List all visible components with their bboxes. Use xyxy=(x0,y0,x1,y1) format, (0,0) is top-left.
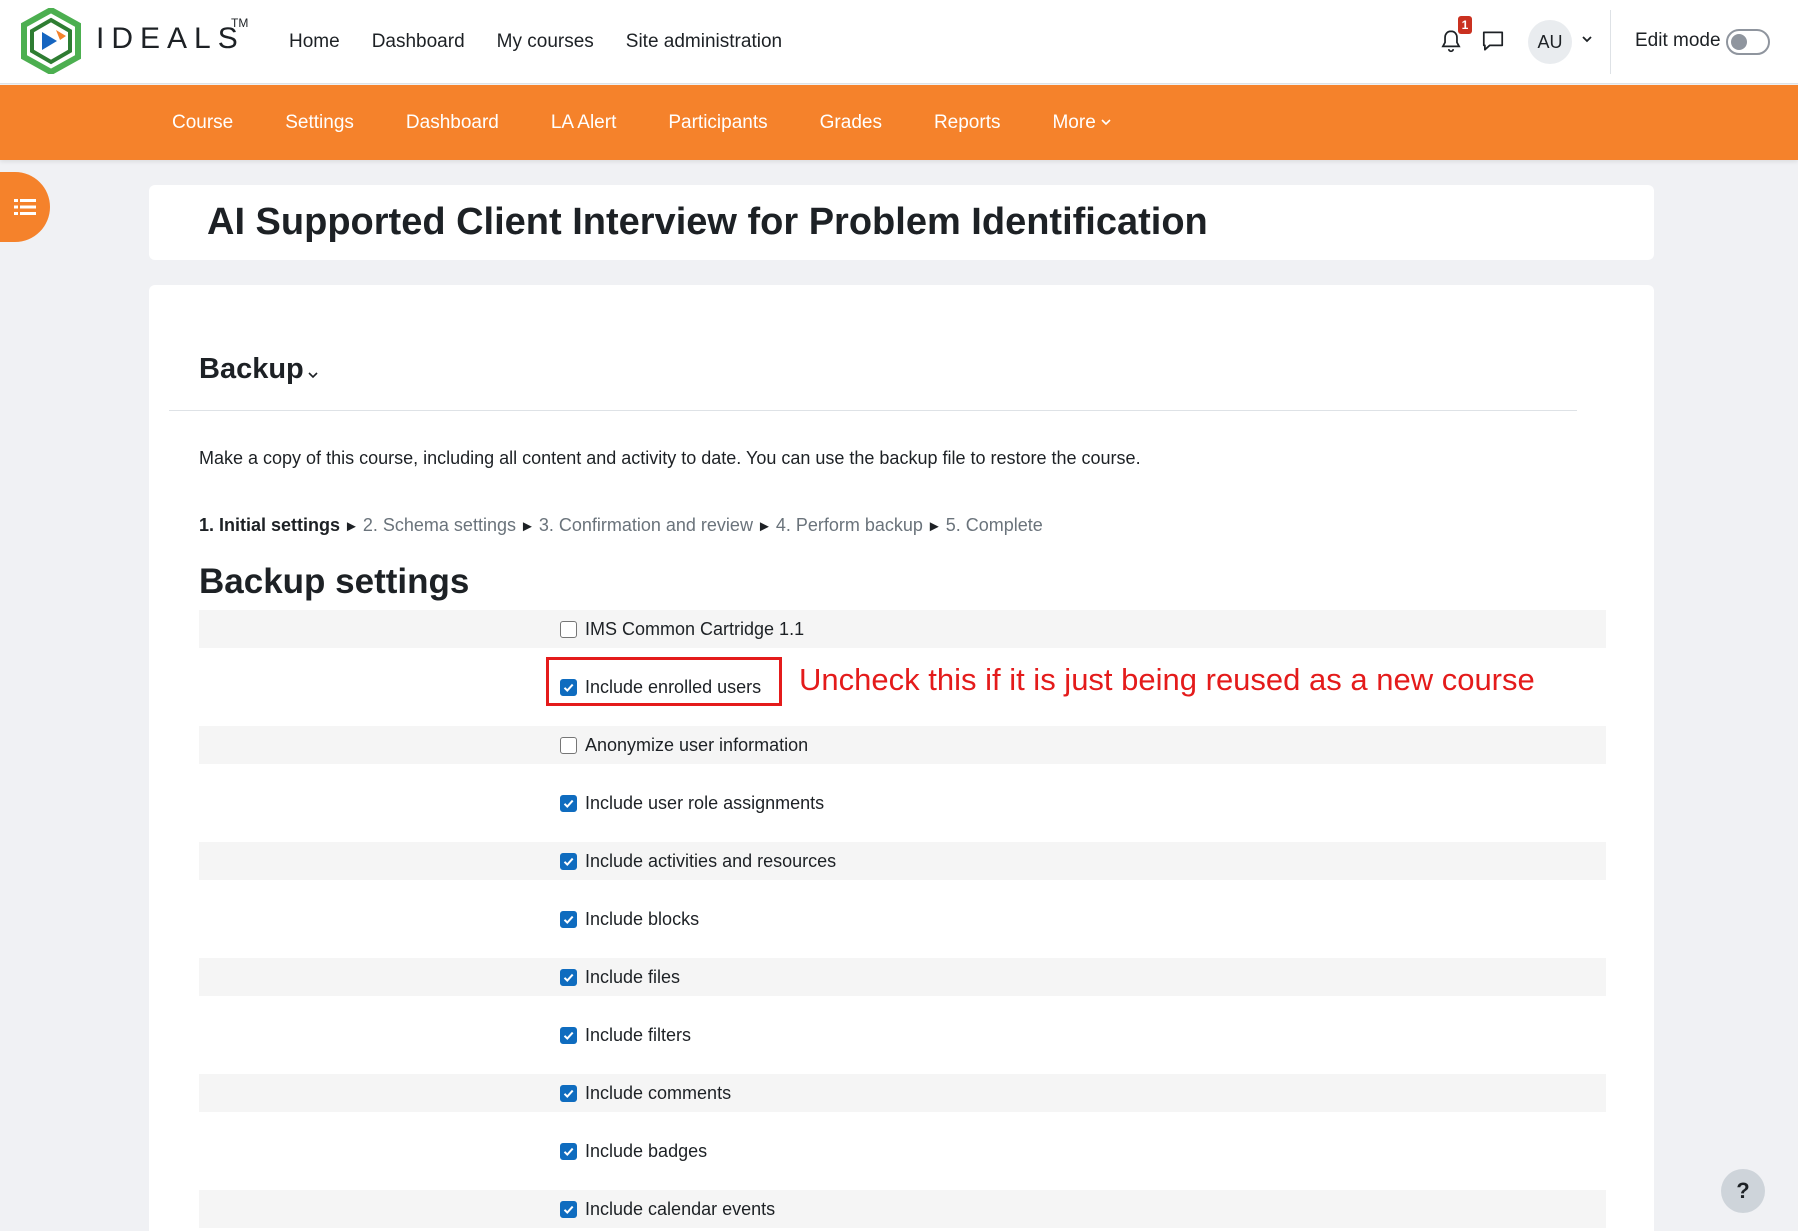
step-separator: ► xyxy=(519,518,535,535)
annotation-text: Uncheck this if it is just being reused … xyxy=(799,662,1535,697)
chat-icon[interactable] xyxy=(1480,28,1506,54)
backup-description: Make a copy of this course, including al… xyxy=(199,448,1141,468)
backup-setting-row: Include badges xyxy=(199,1132,1606,1170)
backup-progress-steps: 1. Initial settings ► 2. Schema settings ► 3… xyxy=(199,515,1043,536)
backup-setting-row: Include files xyxy=(199,958,1606,996)
backup-setting-option[interactable]: Anonymize user information xyxy=(560,726,808,764)
checkmark-icon xyxy=(563,1147,574,1156)
backup-setting-row: IMS Common Cartridge 1.1 xyxy=(199,610,1606,648)
checkmark-icon xyxy=(563,857,574,866)
checkmark-icon xyxy=(563,1031,574,1040)
backup-setting-row: Include calendar events xyxy=(199,1190,1606,1228)
section-title[interactable]: Backup xyxy=(199,353,304,386)
checkbox[interactable] xyxy=(560,736,577,754)
notification-count-badge: 1 xyxy=(1458,16,1472,34)
checkbox[interactable] xyxy=(560,968,577,986)
course-secondary-navigation: Course Settings Dashboard LA Alert Parti… xyxy=(0,85,1798,160)
step: 3. Confirmation and review xyxy=(538,515,753,535)
backup-setting-option[interactable]: Include user role assignments xyxy=(560,784,824,822)
chevron-down-icon xyxy=(1101,119,1111,126)
secnav-course[interactable]: Course xyxy=(172,112,233,134)
nav-my-courses[interactable]: My courses xyxy=(497,31,594,53)
page-header: AI Supported Client Interview for Proble… xyxy=(149,185,1654,260)
backup-setting-row: Include user role assignments xyxy=(199,784,1606,822)
backup-setting-option[interactable]: Include files xyxy=(560,958,680,996)
backup-setting-option[interactable]: IMS Common Cartridge 1.1 xyxy=(560,610,804,648)
checkbox[interactable] xyxy=(560,852,577,870)
chevron-down-icon[interactable] xyxy=(1580,32,1594,46)
checkbox[interactable] xyxy=(560,1142,577,1160)
secnav-dashboard[interactable]: Dashboard xyxy=(406,112,499,134)
checkbox[interactable] xyxy=(560,794,577,812)
backup-settings-heading: Backup settings xyxy=(199,562,470,601)
page-title: AI Supported Client Interview for Proble… xyxy=(207,201,1208,243)
checkbox[interactable] xyxy=(560,910,577,928)
backup-setting-option[interactable]: Include activities and resources xyxy=(560,842,836,880)
step-current: 1. Initial settings xyxy=(199,515,341,535)
main-content: Backup Make a copy of this course, inclu… xyxy=(149,285,1654,1231)
checkmark-icon xyxy=(563,1089,574,1098)
help-button[interactable]: ? xyxy=(1721,1169,1765,1213)
step-separator: ► xyxy=(926,518,942,535)
checkmark-icon xyxy=(563,799,574,808)
user-avatar[interactable]: AU xyxy=(1528,20,1572,64)
secnav-participants[interactable]: Participants xyxy=(668,112,767,134)
checkbox-label: Include user role assignments xyxy=(585,792,825,813)
backup-setting-row: Anonymize user information xyxy=(199,726,1606,764)
checkbox[interactable] xyxy=(560,620,577,638)
checkbox-label: Include files xyxy=(585,966,681,987)
backup-setting-option[interactable]: Include blocks xyxy=(560,900,699,938)
checkmark-icon xyxy=(563,1205,574,1214)
chevron-down-icon[interactable] xyxy=(307,369,319,381)
secnav-reports[interactable]: Reports xyxy=(934,112,1001,134)
step: 4. Perform backup xyxy=(775,515,923,535)
section-divider xyxy=(169,410,1577,411)
backup-setting-option[interactable]: Include badges xyxy=(560,1132,707,1170)
checkmark-icon xyxy=(563,973,574,982)
backup-setting-option[interactable]: Include filters xyxy=(560,1016,691,1054)
checkbox[interactable] xyxy=(560,1084,577,1102)
list-icon xyxy=(14,199,36,215)
secnav-more-label: More xyxy=(1052,111,1096,133)
navbar-divider xyxy=(1610,10,1611,74)
annotation-highlight-box xyxy=(546,657,782,706)
step-separator: ► xyxy=(344,518,359,535)
primary-navigation: Home Dashboard My courses Site administr… xyxy=(289,0,782,84)
checkbox-label: IMS Common Cartridge 1.1 xyxy=(585,618,805,639)
backup-setting-option[interactable]: Include comments xyxy=(560,1074,731,1112)
step-separator: ► xyxy=(756,518,772,535)
edit-mode-toggle[interactable] xyxy=(1726,29,1770,55)
secnav-grades[interactable]: Grades xyxy=(820,112,882,134)
checkbox-label: Include blocks xyxy=(585,908,700,929)
backup-setting-row: Include activities and resources xyxy=(199,842,1606,880)
checkmark-icon xyxy=(563,915,574,924)
checkbox-label: Anonymize user information xyxy=(585,734,809,755)
nav-dashboard[interactable]: Dashboard xyxy=(372,31,465,53)
brand-name: IDEALS xyxy=(96,22,245,55)
nav-site-administration[interactable]: Site administration xyxy=(626,31,782,53)
nav-home[interactable]: Home xyxy=(289,31,340,53)
backup-setting-option[interactable]: Include calendar events xyxy=(560,1190,775,1228)
edit-mode-label: Edit mode xyxy=(1635,30,1721,51)
toggle-knob xyxy=(1731,34,1747,50)
secnav-more-menu[interactable]: More xyxy=(1052,112,1111,134)
backup-setting-row: Include filters xyxy=(199,1016,1606,1054)
step: 5. Complete xyxy=(945,515,1043,535)
brand-trademark: TM xyxy=(231,16,249,30)
course-index-toggle[interactable] xyxy=(0,172,50,242)
backup-setting-row: Include blocks xyxy=(199,900,1606,938)
secnav-settings[interactable]: Settings xyxy=(285,112,354,134)
secnav-la-alert[interactable]: LA Alert xyxy=(551,112,617,134)
step: 2. Schema settings xyxy=(362,515,516,535)
backup-setting-row: Include comments xyxy=(199,1074,1606,1112)
checkbox-label: Include activities and resources xyxy=(585,850,837,871)
checkbox[interactable] xyxy=(560,1200,577,1218)
checkbox[interactable] xyxy=(560,1026,577,1044)
checkbox-label: Include comments xyxy=(585,1082,732,1103)
checkbox-label: Include calendar events xyxy=(585,1198,776,1219)
checkbox-label: Include filters xyxy=(585,1024,692,1045)
checkbox-label: Include badges xyxy=(585,1140,708,1161)
top-navbar: IDEALS TM Home Dashboard My courses Site… xyxy=(0,0,1798,84)
ideals-logo[interactable] xyxy=(20,8,82,74)
